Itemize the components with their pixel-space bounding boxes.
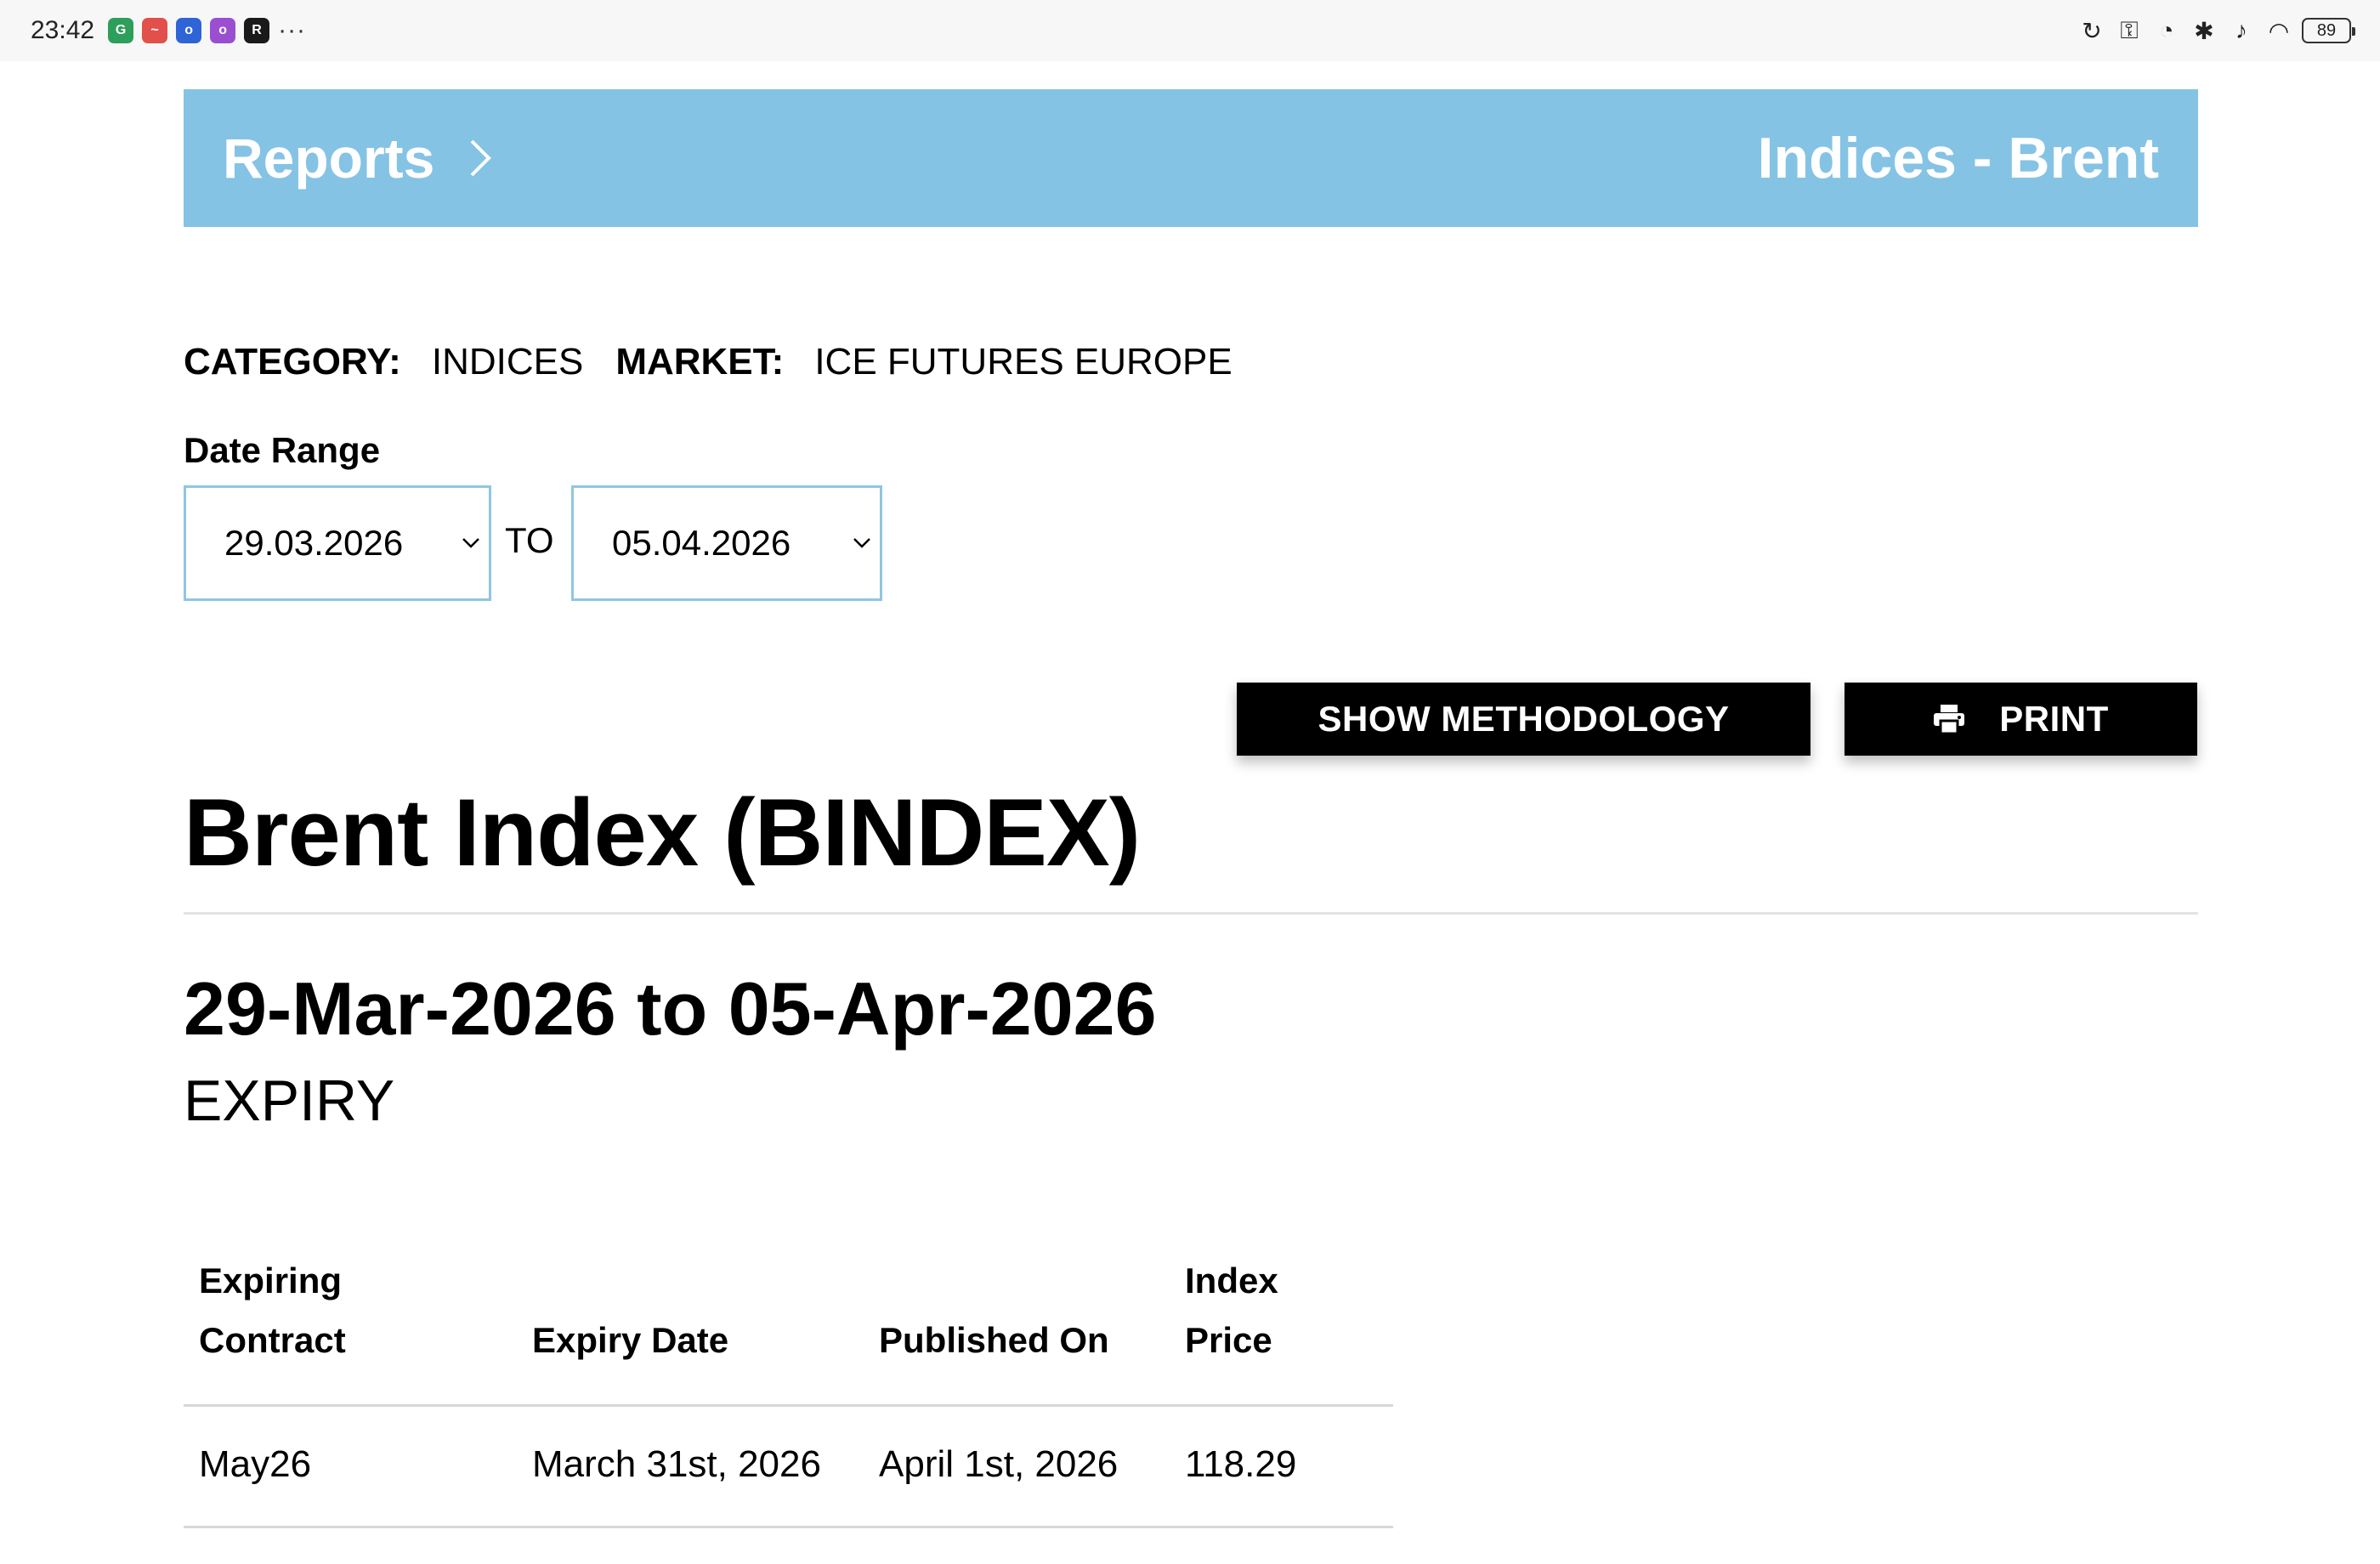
column-header-index-price: Index Price	[1185, 1261, 1278, 1360]
battery-icon: 89	[2302, 18, 2355, 43]
date-to-value: 05.04.2026	[612, 523, 791, 563]
date-range-separator: TO	[505, 520, 554, 560]
sync-icon: ↻	[2082, 17, 2102, 44]
column-header-expiring-contract: Expiring Contract	[199, 1261, 346, 1360]
page-title: Brent Index (BINDEX)	[184, 779, 1141, 886]
cell-index-price: 118.29	[1185, 1443, 1297, 1485]
breadcrumb-reports-link[interactable]: Reports	[223, 126, 434, 190]
app-icon-blue: o	[176, 18, 202, 43]
vpn-key-icon: ⚿	[2120, 16, 2139, 43]
table-header: Expiring Contract Expiry Date Published …	[184, 1245, 1393, 1407]
category-value: INDICES	[431, 341, 584, 382]
page-header-title: Indices - Brent	[1757, 126, 2159, 190]
section-label-expiry: EXPIRY	[184, 1068, 395, 1133]
chevron-down-icon	[853, 537, 871, 549]
cell-expiring-contract: May26	[199, 1443, 312, 1485]
bluetooth-icon: ✱	[2194, 17, 2214, 44]
chevron-down-icon	[462, 537, 480, 549]
market-label: MARKET:	[615, 341, 785, 382]
column-header-expiry-date: Expiry Date	[532, 1320, 729, 1360]
date-to-select[interactable]: 05.04.2026	[571, 485, 882, 601]
table-row: May26 March 31st, 2026 April 1st, 2026 1…	[184, 1407, 1393, 1528]
category-label: CATEGORY:	[184, 341, 401, 382]
status-bar: 23:42 G ~ o o R ··· ↻ ⚿ ◔ ✱ ♪ ◠ 89	[0, 0, 2380, 61]
app-icon-green: G	[108, 18, 134, 43]
show-methodology-button[interactable]: SHOW METHODOLOGY	[1237, 683, 1810, 756]
print-button[interactable]: PRINT	[1844, 683, 2197, 756]
app-icon-red: ~	[142, 18, 168, 43]
app-icon-dark: R	[244, 18, 270, 43]
date-range-heading: 29-Mar-2026 to 05-Apr-2026	[184, 966, 1157, 1051]
printer-icon	[1933, 704, 1965, 734]
mute-icon: ♪	[2236, 17, 2247, 43]
date-from-select[interactable]: 29.03.2026	[184, 485, 491, 601]
cell-published-on: April 1st, 2026	[879, 1443, 1119, 1485]
title-divider	[184, 912, 2198, 915]
date-range-label: Date Range	[184, 430, 381, 470]
status-bar-left: 23:42 G ~ o o R ···	[31, 16, 306, 45]
clock: 23:42	[31, 16, 95, 44]
cell-expiry-date: March 31st, 2026	[532, 1443, 821, 1485]
market-value: ICE FUTURES EUROPE	[814, 341, 1232, 382]
chevron-right-icon	[468, 138, 492, 178]
speed-icon: ◔	[2159, 17, 2174, 43]
report-meta: CATEGORY: INDICES MARKET: ICE FUTURES EU…	[184, 338, 1265, 386]
show-methodology-label: SHOW METHODOLOGY	[1318, 699, 1730, 739]
wifi-icon: ◠	[2268, 17, 2290, 44]
breadcrumb: Reports	[223, 126, 492, 190]
expiry-table: Expiring Contract Expiry Date Published …	[184, 1245, 1393, 1528]
status-bar-right: ↻ ⚿ ◔ ✱ ♪ ◠ 89	[2077, 16, 2355, 45]
date-from-value: 29.03.2026	[224, 523, 404, 563]
more-notifications-icon: ···	[278, 16, 307, 44]
print-label: PRINT	[1999, 699, 2109, 739]
header-banner: Reports Indices - Brent	[184, 89, 2198, 227]
app-icon-purple: o	[210, 18, 236, 43]
column-header-published-on: Published On	[879, 1320, 1109, 1360]
